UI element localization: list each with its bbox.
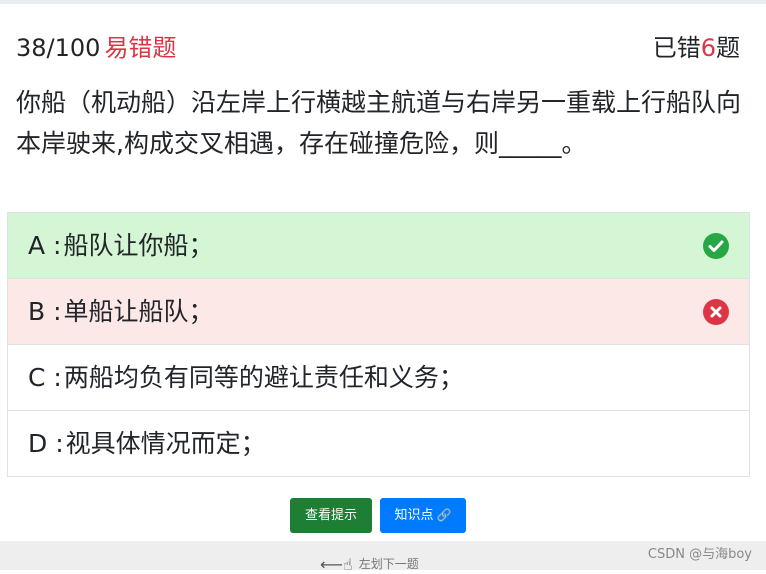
swipe-hint: ⟵☝ 左划下一题 [320, 555, 419, 574]
option-label: A : [28, 231, 62, 260]
option-label: C : [28, 363, 62, 392]
wrong-prefix: 已错 [652, 34, 701, 62]
option-text: 两船均负有同等的避让责任和义务； [63, 363, 464, 392]
option-d[interactable]: D :视具体情况而定； [8, 411, 749, 477]
knowledge-point-label: 知识点 [394, 508, 434, 523]
wrong-count-indicator: 已错6题 [653, 28, 740, 63]
option-b[interactable]: B :单船让船队； [8, 279, 749, 345]
option-text: 视具体情况而定； [65, 429, 266, 458]
wrong-suffix: 题 [716, 34, 740, 62]
option-c[interactable]: C :两船均负有同等的避让责任和义务； [8, 345, 749, 411]
swipe-text: 左划下一题 [358, 557, 419, 571]
category-tag: 易错题 [104, 34, 177, 62]
footer-bar: ⟵☝ 左划下一题 CSDN @与海boy [0, 541, 766, 574]
question-text: 你船（机动船）沿左岸上行横越主航道与右岸另一重载上行船队向本岸驶来,构成交叉相遇… [16, 88, 742, 158]
quiz-header: 38/100 易错题 已错6题 [0, 22, 766, 62]
option-label: D : [28, 429, 64, 458]
swipe-left-hand-icon: ⟵☝ [320, 555, 353, 574]
knowledge-point-button[interactable]: 知识点 🔗 [380, 498, 466, 533]
top-divider [0, 0, 766, 4]
wrong-count: 6 [700, 34, 716, 62]
options-list: A :船队让你船； B :单船让船队； C :两船均负有同等的避让责任和义务； … [7, 212, 750, 477]
progress-count: 38/100 [16, 34, 101, 62]
check-circle-icon [703, 233, 729, 259]
times-circle-icon [703, 299, 729, 325]
csdn-credit: CSDN @与海boy [647, 547, 752, 562]
link-icon: 🔗 [436, 508, 452, 522]
option-text: 船队让你船； [63, 231, 214, 260]
option-a[interactable]: A :船队让你船； [8, 213, 749, 279]
view-hint-button[interactable]: 查看提示 [290, 498, 372, 533]
option-text: 单船让船队； [63, 297, 214, 326]
progress-indicator: 38/100 易错题 [16, 28, 176, 63]
option-label: B : [28, 297, 62, 326]
